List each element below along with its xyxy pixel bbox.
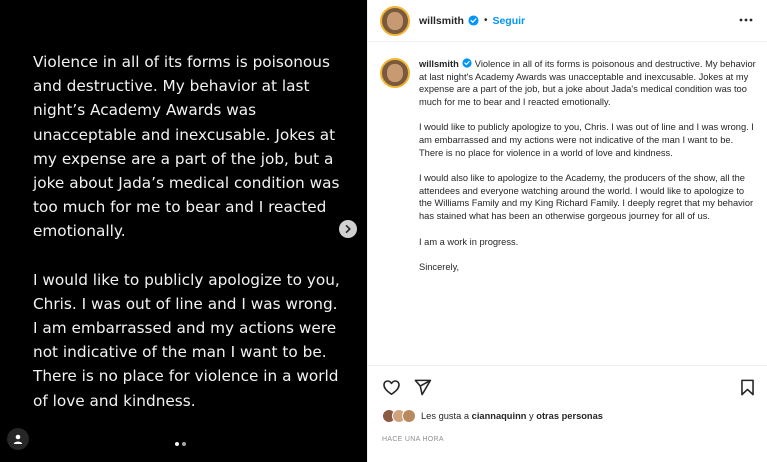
- caption-avatar[interactable]: [380, 58, 410, 88]
- post-timestamp[interactable]: HACE UNA HORA: [382, 436, 444, 443]
- post-image[interactable]: Violence in all of its forms is poisonou…: [0, 0, 367, 462]
- likes-others-link[interactable]: otras personas: [536, 411, 603, 421]
- follow-button[interactable]: Seguir: [492, 15, 525, 27]
- tagged-users-button[interactable]: [7, 428, 29, 450]
- image-paragraph-1: Violence in all of its forms is poisonou…: [33, 53, 340, 241]
- caption-paragraph-4: I am a work in progress.: [419, 236, 519, 247]
- header-username[interactable]: willsmith: [419, 15, 464, 27]
- instagram-post: Violence in all of its forms is poisonou…: [0, 0, 767, 462]
- more-options-icon[interactable]: [738, 15, 754, 25]
- caption-paragraph-1: willsmith Violence in all of its forms is…: [419, 58, 759, 108]
- likes-user-link[interactable]: ciannaquinn: [472, 411, 527, 421]
- post-sidebar: willsmith • Seguir willsmith Violence in …: [367, 0, 767, 462]
- carousel-dot: [182, 442, 186, 446]
- post-header: willsmith • Seguir: [368, 0, 767, 42]
- caption-paragraph-3: I would also like to apologize to the Ac…: [419, 173, 754, 221]
- liker-avatar[interactable]: [402, 409, 416, 423]
- verified-badge-icon: [468, 15, 479, 26]
- header-separator: •: [483, 15, 488, 26]
- bookmark-icon[interactable]: [738, 378, 757, 397]
- next-slide-button[interactable]: [339, 220, 357, 238]
- action-bar: [368, 365, 767, 405]
- caption-text: willsmith Violence in all of its forms is…: [419, 58, 759, 287]
- send-icon[interactable]: [413, 378, 432, 397]
- avatar[interactable]: [380, 5, 410, 36]
- caption-username[interactable]: willsmith: [419, 59, 459, 69]
- caption-paragraph-5: Sincerely,: [419, 262, 460, 273]
- likes-text: Les gusta a ciannaquinn y otras personas: [421, 411, 603, 421]
- chevron-right-icon: [345, 225, 351, 233]
- image-paragraph-2: I would like to publicly apologize to yo…: [33, 270, 340, 410]
- caption-block: willsmith Violence in all of its forms is…: [380, 58, 760, 287]
- carousel-indicator: [175, 442, 186, 446]
- heart-icon[interactable]: [382, 378, 401, 397]
- likes-connector: y: [529, 411, 534, 421]
- verified-badge-icon: [462, 58, 472, 68]
- caption-paragraph-2: I would like to publicly apologize to yo…: [419, 122, 754, 158]
- user-tag-icon: [13, 434, 23, 444]
- likes-prefix: Les gusta a: [421, 411, 470, 421]
- carousel-dot-active: [175, 442, 179, 446]
- image-text: Violence in all of its forms is poisonou…: [33, 50, 343, 437]
- likes-row: Les gusta a ciannaquinn y otras personas: [382, 409, 603, 423]
